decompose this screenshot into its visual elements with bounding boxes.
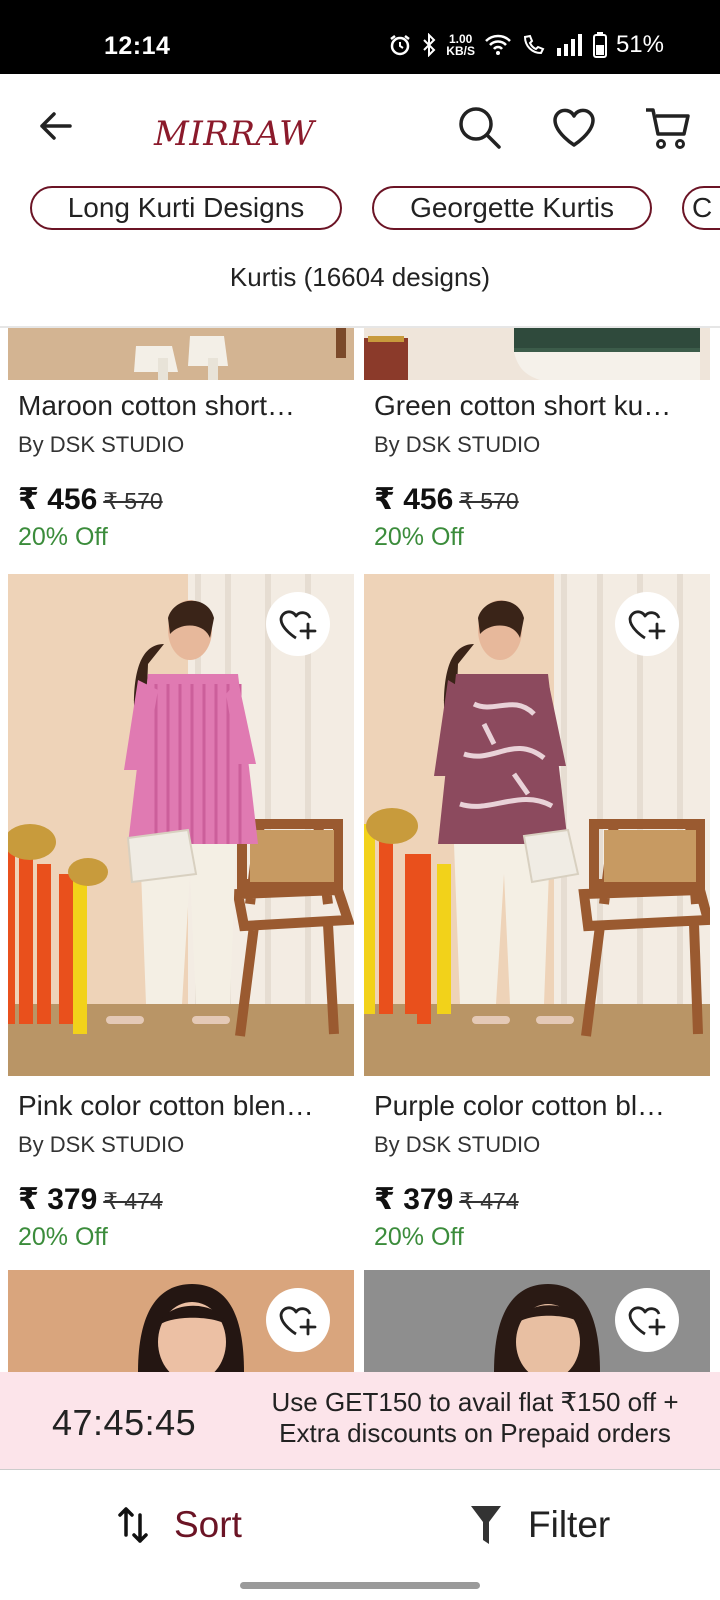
promo-message: Use GET150 to avail flat ₹150 off + Extr…: [240, 1387, 710, 1449]
bottom-action-bar: Sort Filter: [0, 1470, 720, 1600]
heart-plus-icon: [279, 610, 317, 640]
product-card[interactable]: Pink color cotton blen… By DSK STUDIO ₹ …: [8, 574, 354, 1254]
heart-icon: [553, 108, 595, 147]
heart-plus-icon: [279, 1306, 317, 1336]
product-mrp: ₹ 570: [459, 488, 519, 514]
product-title[interactable]: Purple color cotton bl…: [374, 1090, 704, 1122]
filter-icon: [471, 1506, 501, 1544]
product-price: ₹ 456 ₹ 570: [374, 483, 519, 516]
product-price: ₹ 379 ₹ 474: [374, 1183, 519, 1216]
back-button[interactable]: [34, 104, 78, 148]
product-title[interactable]: Green cotton short ku…: [374, 390, 704, 422]
product-brand: By DSK STUDIO: [374, 1132, 541, 1157]
cart-button[interactable]: [644, 104, 692, 152]
product-title[interactable]: Maroon cotton short…: [18, 390, 348, 422]
mirraw-logo[interactable]: MIRRAW: [150, 94, 314, 160]
back-arrow-icon: [40, 112, 72, 140]
heart-plus-icon: [628, 610, 666, 640]
product-card[interactable]: Maroon cotton short… By DSK STUDIO ₹ 456…: [8, 328, 354, 551]
sort-label: Sort: [174, 1504, 242, 1545]
search-icon: [459, 107, 501, 149]
category-chips: Long Kurti Designs Georgette Kurtis C: [0, 186, 720, 232]
wishlist-button[interactable]: [550, 104, 598, 152]
status-time: 12:14: [104, 32, 171, 60]
chip-long-kurti-designs[interactable]: Long Kurti Designs: [30, 186, 342, 230]
sort-button[interactable]: Sort: [118, 1500, 278, 1550]
logo-text: MIRRAW: [154, 114, 315, 154]
chip-georgette-kurtis[interactable]: Georgette Kurtis: [372, 186, 652, 230]
product-mrp: ₹ 570: [103, 488, 163, 514]
add-to-wishlist-button[interactable]: [615, 592, 679, 656]
sort-icon: [118, 1507, 148, 1543]
status-icons: 1.00 KB/S 51%: [388, 31, 664, 59]
promo-line-1: Use GET150 to avail flat ₹150 off +: [271, 1387, 679, 1417]
promo-banner[interactable]: 47:45:45 Use GET150 to avail flat ₹150 o…: [0, 1372, 720, 1470]
product-brand: By DSK STUDIO: [18, 1132, 185, 1157]
filter-label: Filter: [528, 1504, 611, 1545]
product-price: ₹ 456 ₹ 570: [18, 483, 163, 516]
wifi-icon: [485, 34, 511, 55]
add-to-wishlist-button[interactable]: [266, 1288, 330, 1352]
product-discount: 20% Off: [18, 1223, 108, 1251]
wifi-call-icon: [523, 34, 545, 55]
add-to-wishlist-button[interactable]: [615, 1288, 679, 1352]
add-to-wishlist-button[interactable]: [266, 592, 330, 656]
result-count: Kurtis (16604 designs): [229, 262, 491, 292]
header-divider: [0, 326, 720, 328]
signal-icon: [556, 34, 582, 56]
product-mrp: ₹ 474: [459, 1188, 519, 1214]
promo-line-2: Extra discounts on Prepaid orders: [279, 1418, 671, 1448]
app-header: MIRRAW: [0, 74, 720, 182]
product-price: ₹ 379 ₹ 474: [18, 1183, 163, 1216]
product-card[interactable]: [364, 1270, 710, 1372]
heart-plus-icon: [628, 1306, 666, 1336]
product-discount: 20% Off: [374, 523, 464, 551]
cart-icon: [646, 108, 690, 149]
chip-partial[interactable]: C: [682, 186, 720, 230]
product-discount: 20% Off: [18, 523, 108, 551]
bluetooth-icon: [423, 33, 436, 57]
product-brand: By DSK STUDIO: [374, 432, 541, 457]
alarm-icon: [390, 35, 411, 56]
countdown-timer: 47:45:45: [52, 1402, 197, 1443]
product-card[interactable]: Purple color cotton bl… By DSK STUDIO ₹ …: [364, 574, 710, 1254]
search-button[interactable]: [456, 104, 504, 152]
product-image: [364, 328, 710, 380]
battery-icon: [592, 32, 607, 58]
product-mrp: ₹ 474: [103, 1188, 163, 1214]
product-discount: 20% Off: [374, 1223, 464, 1251]
product-image: [8, 328, 354, 380]
product-title[interactable]: Pink color cotton blen…: [18, 1090, 348, 1122]
battery-percent: 51%: [615, 31, 664, 58]
product-brand: By DSK STUDIO: [18, 432, 185, 457]
home-indicator[interactable]: [240, 1582, 480, 1589]
net-speed: 1.00 KB/S: [446, 32, 475, 58]
product-card[interactable]: [8, 1270, 354, 1372]
product-card[interactable]: Green cotton short ku… By DSK STUDIO ₹ 4…: [364, 328, 710, 551]
status-bar: 12:14 1.00 KB/S 51%: [0, 0, 720, 74]
filter-button[interactable]: Filter: [470, 1500, 640, 1550]
